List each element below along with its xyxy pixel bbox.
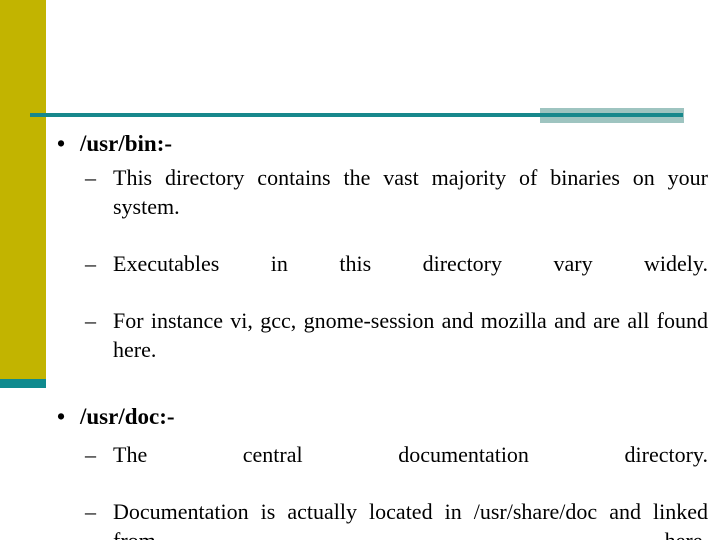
- list-item: – This directory contains the vast major…: [0, 164, 720, 250]
- list-item-text: For instance vi, gcc, gnome-session and …: [113, 308, 708, 362]
- bullet-dot-icon: •: [57, 131, 66, 156]
- list-item-text: The central documentation directory.: [113, 441, 708, 467]
- list-item-text: Documentation is actually located in /us…: [113, 499, 708, 540]
- list-item: – Documentation is actually located in /…: [0, 498, 720, 540]
- dash-icon: –: [85, 165, 96, 191]
- dash-icon: –: [85, 308, 96, 334]
- bullet-dot-icon: •: [57, 403, 66, 429]
- slide-body: • /usr/bin:- – This directory contains t…: [0, 130, 720, 540]
- sub-list-usr-doc: – The central documentation directory. –…: [0, 441, 720, 540]
- dash-icon: –: [85, 250, 96, 276]
- bullet-heading-usr-bin: • /usr/bin:-: [0, 130, 720, 158]
- sub-list-usr-bin: – This directory contains the vast major…: [0, 164, 720, 393]
- dash-icon: –: [85, 499, 96, 525]
- bullet-heading-label: /usr/doc:-: [80, 403, 175, 429]
- slide-canvas: • /usr/bin:- – This directory contains t…: [0, 0, 720, 540]
- list-item-text: This directory contains the vast majorit…: [113, 165, 708, 219]
- list-item: – Executables in this directory vary wid…: [0, 250, 720, 307]
- dash-icon: –: [85, 441, 96, 467]
- bullet-heading-usr-doc: • /usr/doc:-: [0, 403, 720, 431]
- list-item: – The central documentation directory.: [0, 441, 720, 498]
- bullet-heading-label: /usr/bin:-: [80, 131, 173, 156]
- list-item-text: Executables in this directory vary widel…: [113, 250, 708, 276]
- header-rule-line: [30, 113, 683, 117]
- list-item: – For instance vi, gcc, gnome-session an…: [0, 307, 720, 393]
